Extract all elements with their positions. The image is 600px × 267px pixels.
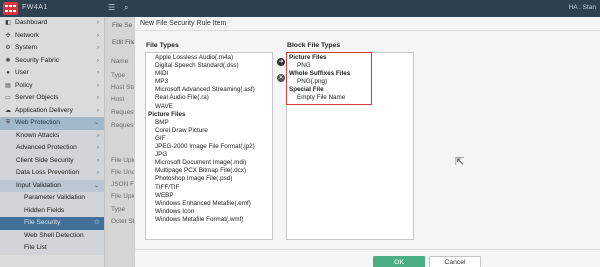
sidebar-item-hidden-fields[interactable]: Hidden Fields bbox=[0, 204, 104, 217]
fortinet-logo-icon bbox=[3, 2, 18, 15]
list-item[interactable]: WEBP bbox=[146, 192, 272, 200]
dashboard-icon: ◧ bbox=[5, 20, 11, 26]
background-label: Type bbox=[111, 206, 126, 213]
chevron-right-icon: › bbox=[97, 132, 99, 139]
chevron-right-icon: › bbox=[97, 45, 99, 51]
background-label: Octet St bbox=[111, 218, 135, 225]
background-subtab: Edit File bbox=[112, 39, 136, 46]
dialog-title: New File Security Rule Item bbox=[140, 20, 227, 27]
sidebar-item-advanced-protection[interactable]: Advanced Protection › bbox=[0, 142, 104, 155]
list-item[interactable]: Microsoft Advanced Streaming(.asf) bbox=[146, 86, 272, 94]
network-icon: ✣ bbox=[5, 32, 11, 39]
background-label: Type bbox=[111, 72, 126, 79]
ok-button[interactable]: OK bbox=[373, 256, 425, 267]
device-name: FW4A1 bbox=[22, 4, 48, 11]
star-icon[interactable]: ☆ bbox=[94, 217, 100, 230]
file-security-rule-dialog: New File Security Rule Item File Types A… bbox=[134, 17, 600, 267]
chevron-right-icon: › bbox=[97, 107, 99, 114]
background-label: Name bbox=[111, 58, 129, 65]
background-label: Host Sta bbox=[111, 84, 136, 91]
list-item[interactable]: JPG bbox=[146, 151, 272, 159]
sidebar-item-file-list[interactable]: File List bbox=[0, 242, 104, 255]
list-item[interactable]: MIDI bbox=[146, 70, 272, 78]
hamburger-icon[interactable]: ☰ bbox=[108, 3, 115, 12]
arrow-right-icon[interactable]: ➔ bbox=[277, 58, 285, 66]
sidebar-item-parameter-validation[interactable]: Parameter Validation bbox=[0, 192, 104, 205]
list-item[interactable]: Photoshop Image File(.psd) bbox=[146, 175, 272, 183]
chevron-right-icon: › bbox=[97, 57, 99, 64]
sidebar-item-file-security[interactable]: File Security ☆ bbox=[0, 217, 104, 230]
background-label: File Uplo bbox=[111, 193, 137, 200]
block-file-types-label: Block File Types bbox=[287, 42, 341, 49]
remove-icon[interactable]: ✕ bbox=[277, 74, 285, 82]
background-label: Host bbox=[111, 96, 125, 103]
background-label: File Uplo bbox=[111, 157, 137, 164]
list-item[interactable]: Windows Enhanced Metafile(.emf) bbox=[146, 200, 272, 208]
security-fabric-icon: ✺ bbox=[5, 57, 11, 64]
list-item[interactable]: GIF bbox=[146, 135, 272, 143]
sidebar-item-server-objects[interactable]: ▭ Server Objects › bbox=[0, 92, 104, 105]
sidebar-item-input-validation[interactable]: Input Validation ⌄ bbox=[0, 179, 104, 192]
list-item[interactable]: Windows Icon bbox=[146, 208, 272, 216]
user-icon: ● bbox=[6, 70, 10, 76]
mouse-cursor-icon: ⇱ bbox=[455, 156, 465, 168]
top-bar: FW4A1 ☰ ⌕ HA : Stan bbox=[0, 0, 600, 17]
chevron-down-icon: ⌄ bbox=[93, 182, 99, 189]
annotation-highlight bbox=[286, 52, 372, 105]
sidebar-item-security-fabric[interactable]: ✺ Security Fabric › bbox=[0, 55, 104, 68]
sidebar-item-policy[interactable]: ▤ Policy › bbox=[0, 80, 104, 93]
list-item[interactable]: BMP bbox=[146, 119, 272, 127]
sidebar-item-data-loss-prevention[interactable]: Data Loss Prevention › bbox=[0, 167, 104, 180]
list-item[interactable]: Microsoft Document Image(.mdi) bbox=[146, 159, 272, 167]
shield-icon: ⛨ bbox=[5, 120, 11, 126]
sidebar-item-web-protection[interactable]: ⛨ Web Protection ⌄ bbox=[0, 117, 104, 130]
sidebar-item-web-shell-detection[interactable]: Web Shell Detection bbox=[0, 229, 104, 242]
list-category[interactable]: Picture Files bbox=[146, 111, 272, 119]
list-item[interactable]: WAVE bbox=[146, 103, 272, 111]
sidebar-item-system[interactable]: ⚙ System › bbox=[0, 42, 104, 55]
chevron-right-icon: › bbox=[97, 32, 99, 39]
cancel-button[interactable]: Cancel bbox=[429, 256, 481, 267]
sidebar: ◧ Dashboard › ✣ Network › ⚙ System › ✺ Security… bbox=[0, 17, 105, 267]
background-tab: File Se bbox=[112, 22, 133, 29]
list-item[interactable]: Real Audio File(.ra) bbox=[146, 94, 272, 102]
chevron-right-icon: › bbox=[97, 20, 99, 26]
gear-icon: ⚙ bbox=[5, 45, 11, 51]
background-label: Request bbox=[111, 122, 136, 129]
chevron-right-icon: › bbox=[97, 70, 99, 76]
list-item[interactable]: Digital Speech Standard(.dss) bbox=[146, 62, 272, 70]
search-icon[interactable]: ⌕ bbox=[124, 3, 128, 13]
list-item[interactable]: Apple Lossless Audio(.m4a) bbox=[146, 54, 272, 62]
sidebar-item-user[interactable]: ● User › bbox=[0, 67, 104, 80]
file-types-list[interactable]: Apple Lossless Audio(.m4a) Digital Speech… bbox=[145, 52, 273, 240]
chevron-down-icon: ⌄ bbox=[93, 120, 99, 126]
list-item[interactable]: Windows Metafile Format(.wmf) bbox=[146, 216, 272, 224]
list-item[interactable]: TIFF/TIF bbox=[146, 184, 272, 192]
divider bbox=[135, 249, 600, 250]
background-label: Request bbox=[111, 109, 136, 116]
server-icon: ▭ bbox=[5, 95, 11, 101]
list-item[interactable]: Corel Draw Picture bbox=[146, 127, 272, 135]
list-item[interactable]: MP3 bbox=[146, 78, 272, 86]
chevron-right-icon: › bbox=[97, 145, 99, 151]
sidebar-item-application-delivery[interactable]: ☁ Application Delivery › bbox=[0, 105, 104, 118]
cloud-icon: ☁ bbox=[5, 107, 11, 114]
file-types-label: File Types bbox=[146, 42, 179, 49]
chevron-right-icon: › bbox=[97, 95, 99, 101]
chevron-right-icon: › bbox=[97, 170, 99, 176]
sidebar-item-network[interactable]: ✣ Network › bbox=[0, 30, 104, 43]
policy-icon: ▤ bbox=[5, 82, 11, 89]
sidebar-item-known-attacks[interactable]: Known Attacks › bbox=[0, 129, 104, 142]
list-item[interactable]: Multipage PCX Bitmap File(.dcx) bbox=[146, 167, 272, 175]
divider bbox=[135, 30, 600, 31]
sidebar-item-client-side-security[interactable]: Client Side Security › bbox=[0, 154, 104, 167]
chevron-right-icon: › bbox=[97, 157, 99, 164]
ha-status[interactable]: HA : Stan bbox=[569, 4, 596, 11]
chevron-right-icon: › bbox=[97, 82, 99, 89]
list-item[interactable]: JPEG-2000 Image File Format(.jp2) bbox=[146, 143, 272, 151]
sidebar-item-dashboard[interactable]: ◧ Dashboard › bbox=[0, 17, 104, 30]
